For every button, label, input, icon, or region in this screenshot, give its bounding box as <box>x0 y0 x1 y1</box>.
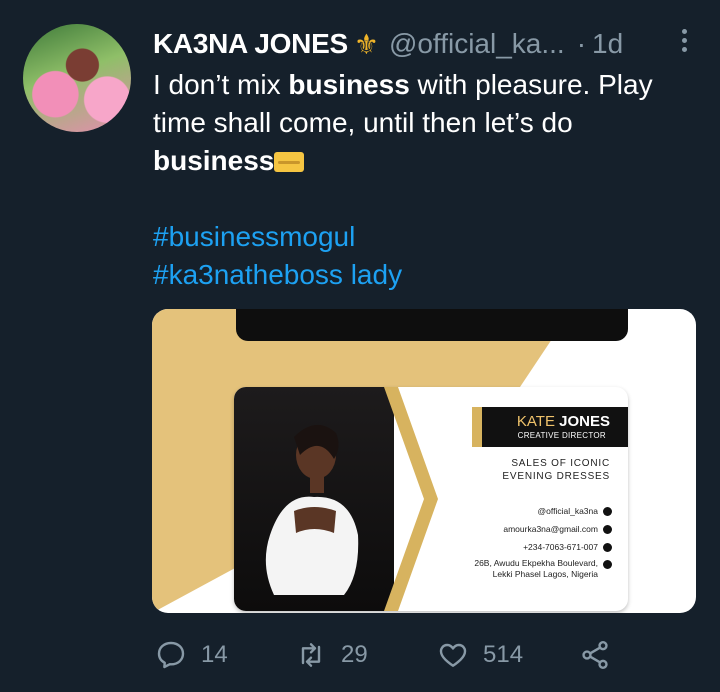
person-photo <box>265 424 359 595</box>
retweet-button[interactable]: 29 <box>295 638 368 672</box>
retweet-icon <box>301 643 321 667</box>
card-sales: SALES OF ICONIC EVENING DRESSES <box>502 457 610 483</box>
instagram-icon <box>603 507 612 516</box>
card-email: amourka3na@gmail.com <box>503 524 598 534</box>
tweet-actions: 14 29 514 <box>155 638 695 672</box>
share-button[interactable] <box>579 638 611 672</box>
card-last-name: JONES <box>559 413 610 430</box>
card-instagram: @official_ka3na <box>537 506 598 516</box>
tweet-text-part: I don’t mix <box>153 69 289 100</box>
credit-card-emoji <box>274 152 305 172</box>
card-phone: +234-7063-671-007 <box>523 542 598 552</box>
author-name[interactable]: KA3NA JONES <box>153 28 348 60</box>
business-card: KATE JONES CREATIVE DIRECTOR SALES OF IC… <box>234 387 628 611</box>
hashtag-link[interactable]: #ka3natheboss lady <box>153 259 402 290</box>
hashtag-link[interactable]: #businessmogul <box>153 221 355 252</box>
card-address-line: Lekki Phasel Lagos, Nigeria <box>492 569 598 579</box>
card-gold-chevron <box>384 387 438 611</box>
phone-icon <box>603 543 612 552</box>
heart-icon <box>439 643 467 667</box>
tweet-time[interactable]: 1d <box>592 28 623 60</box>
card-first-name: KATE <box>516 413 555 430</box>
reply-button[interactable]: 14 <box>155 638 228 672</box>
tweet-text: I don’t mix business with pleasure. Play… <box>153 66 693 294</box>
tweet-bold-word: business <box>288 69 410 100</box>
card-sales-line: EVENING DRESSES <box>502 471 610 482</box>
email-icon <box>603 525 612 534</box>
separator-dot: · <box>576 28 587 59</box>
tweet-header: KA3NA JONES ⚜ @official_ka... · 1d <box>153 26 700 62</box>
tweet-bold-word: business <box>153 145 275 176</box>
card-name: KATE JONES <box>517 413 610 430</box>
avatar[interactable] <box>23 24 131 132</box>
card-address: 26B, Awudu Ekpekha Boulevard, Lekki Phas… <box>474 558 598 580</box>
card-sales-line: SALES OF ICONIC <box>511 458 610 469</box>
card-role: CREATIVE DIRECTOR <box>517 431 606 440</box>
like-count: 514 <box>483 641 524 668</box>
black-card-back <box>236 309 628 341</box>
share-icon <box>582 641 608 669</box>
retweet-count: 29 <box>341 641 368 668</box>
like-button[interactable]: 514 <box>437 638 523 672</box>
more-icon[interactable] <box>680 26 688 56</box>
location-icon <box>603 560 612 569</box>
name-bar-accent <box>472 407 482 447</box>
reply-icon <box>157 641 185 669</box>
reply-count: 14 <box>201 641 228 668</box>
fleur-de-lis-emoji: ⚜ <box>353 28 379 60</box>
author-handle[interactable]: @official_ka... <box>389 28 565 60</box>
card-address-line: 26B, Awudu Ekpekha Boulevard, <box>474 558 598 568</box>
tweet-media-image[interactable]: KATE JONES CREATIVE DIRECTOR SALES OF IC… <box>152 309 696 613</box>
card-photo <box>234 387 394 611</box>
